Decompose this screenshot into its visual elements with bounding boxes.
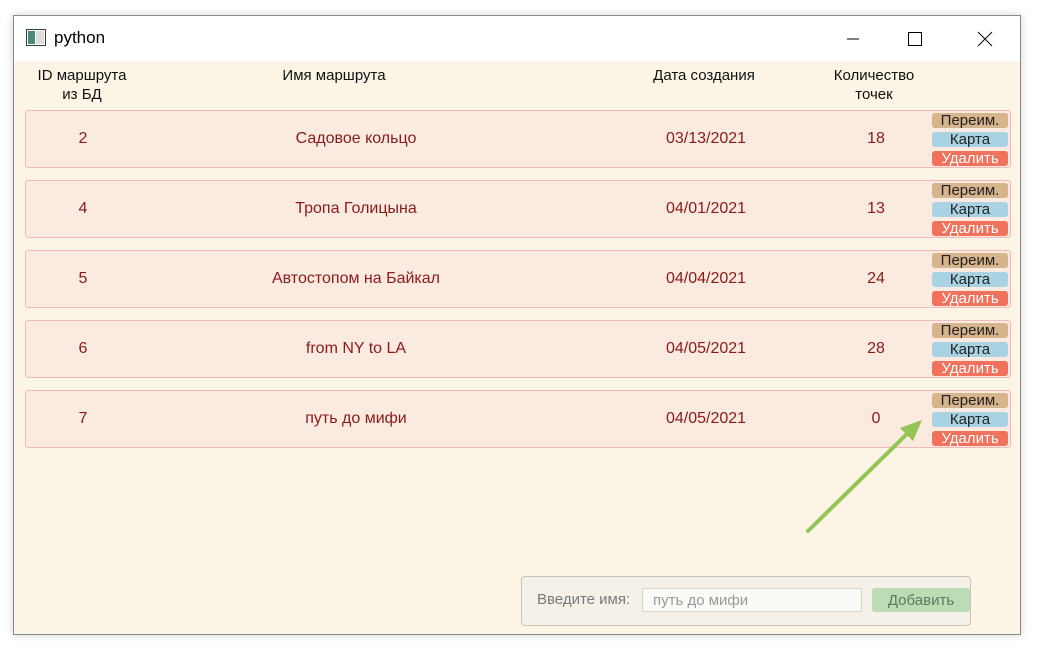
route-date: 04/01/2021 bbox=[665, 200, 747, 217]
map-button[interactable]: Карта bbox=[932, 342, 1008, 357]
route-id: 4 bbox=[78, 200, 88, 217]
close-icon bbox=[977, 31, 993, 46]
route-points: 28 bbox=[867, 340, 885, 357]
rename-button[interactable]: Переим. bbox=[932, 183, 1008, 198]
name-input-label: Введите имя: bbox=[537, 591, 631, 608]
route-date: 03/13/2021 bbox=[665, 130, 747, 147]
delete-button[interactable]: Удалить bbox=[932, 151, 1008, 166]
route-name: путь до мифи bbox=[305, 410, 407, 427]
route-row: 4 Тропа Голицына 04/01/2021 13 Переим. К… bbox=[25, 180, 1011, 238]
route-name: Автостопом на Байкал bbox=[271, 270, 441, 287]
header-route-id-line2: из БД bbox=[62, 86, 102, 103]
header-created-date: Дата создания bbox=[653, 67, 755, 84]
rename-button[interactable]: Переим. bbox=[932, 113, 1008, 128]
route-row: 2 Садовое кольцо 03/13/2021 18 Переим. К… bbox=[25, 110, 1011, 168]
title-bar[interactable]: python bbox=[14, 16, 1020, 61]
route-points: 13 bbox=[867, 200, 885, 217]
map-button[interactable]: Карта bbox=[932, 272, 1008, 287]
route-id: 2 bbox=[78, 130, 88, 147]
route-name: from NY to LA bbox=[305, 340, 407, 357]
delete-button[interactable]: Удалить bbox=[932, 221, 1008, 236]
header-points-count-line2: точек bbox=[855, 86, 893, 103]
route-name-input[interactable] bbox=[642, 588, 862, 612]
app-icon bbox=[26, 29, 46, 46]
route-row: 6 from NY to LA 04/05/2021 28 Переим. Ка… bbox=[25, 320, 1011, 378]
route-name: Тропа Голицына bbox=[295, 200, 417, 217]
route-points: 18 bbox=[867, 130, 885, 147]
header-points-count: Количество точек bbox=[804, 66, 944, 104]
delete-button[interactable]: Удалить bbox=[932, 431, 1008, 446]
route-name: Садовое кольцо bbox=[295, 130, 417, 147]
maximize-button[interactable] bbox=[892, 16, 938, 61]
minimize-icon bbox=[847, 38, 859, 39]
window-title: python bbox=[54, 28, 106, 47]
route-date: 04/05/2021 bbox=[665, 410, 747, 427]
close-button[interactable] bbox=[962, 16, 1008, 61]
route-points: 0 bbox=[871, 410, 881, 427]
header-route-name: Имя маршрута bbox=[282, 67, 386, 84]
maximize-icon bbox=[908, 31, 922, 46]
map-button[interactable]: Карта bbox=[932, 412, 1008, 427]
add-button[interactable]: Добавить bbox=[872, 588, 970, 612]
header-points-count-line1: Количество bbox=[833, 67, 915, 84]
route-id: 7 bbox=[78, 410, 88, 427]
route-row: 5 Автостопом на Байкал 04/04/2021 24 Пер… bbox=[25, 250, 1011, 308]
rename-button[interactable]: Переим. bbox=[932, 323, 1008, 338]
route-date: 04/05/2021 bbox=[665, 340, 747, 357]
route-points: 24 bbox=[867, 270, 885, 287]
route-date: 04/04/2021 bbox=[665, 270, 747, 287]
route-row: 7 путь до мифи 04/05/2021 0 Переим. Карт… bbox=[25, 390, 1011, 448]
route-id: 6 bbox=[78, 340, 88, 357]
minimize-button[interactable] bbox=[830, 16, 876, 61]
app-window: python ID маршрута из БД Имя маршрута Да… bbox=[13, 15, 1021, 635]
rename-button[interactable]: Переим. bbox=[932, 253, 1008, 268]
rename-button[interactable]: Переим. bbox=[932, 393, 1008, 408]
delete-button[interactable]: Удалить bbox=[932, 291, 1008, 306]
route-id: 5 bbox=[78, 270, 88, 287]
add-route-panel: Введите имя: Добавить bbox=[521, 576, 971, 626]
map-button[interactable]: Карта bbox=[932, 132, 1008, 147]
map-button[interactable]: Карта bbox=[932, 202, 1008, 217]
delete-button[interactable]: Удалить bbox=[932, 361, 1008, 376]
